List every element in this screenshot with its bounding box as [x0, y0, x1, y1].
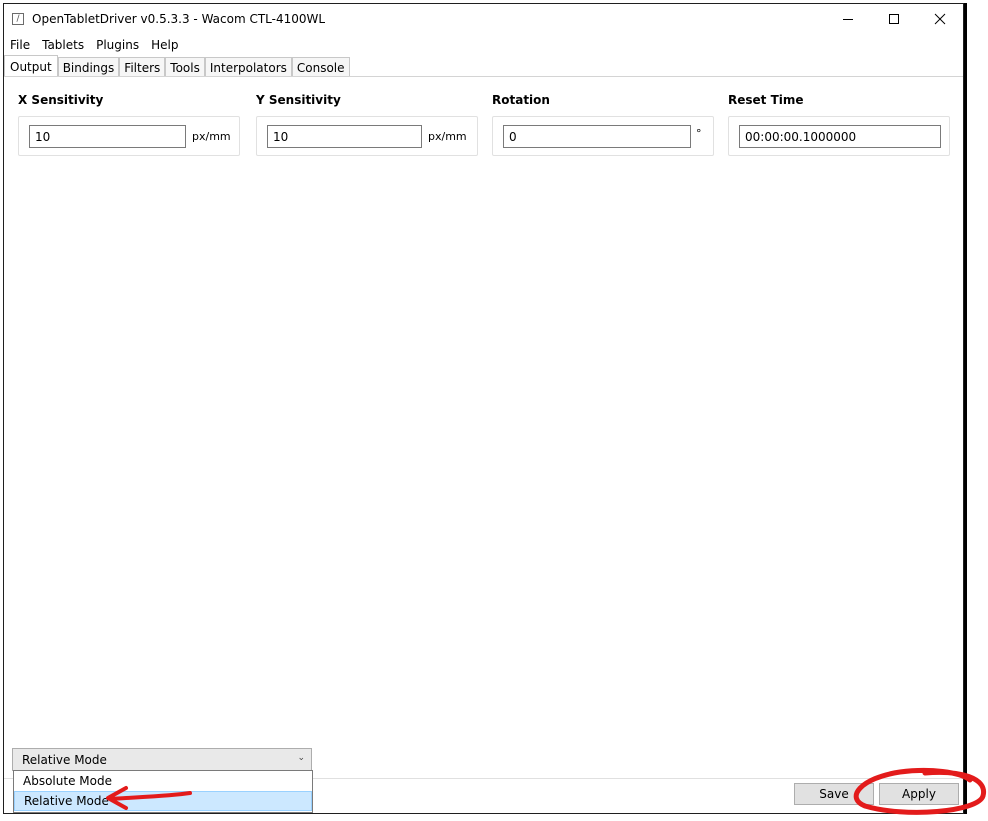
rotation-input[interactable]: [503, 125, 691, 148]
menu-tablets[interactable]: Tablets: [36, 38, 90, 52]
menu-help[interactable]: Help: [145, 38, 184, 52]
main-window: / OpenTabletDriver v0.5.3.3 - Wacom CTL-…: [3, 3, 964, 814]
y-sensitivity-unit: px/mm: [428, 130, 467, 143]
reset-time-box: [728, 116, 950, 156]
close-button[interactable]: [917, 4, 963, 34]
title-bar[interactable]: / OpenTabletDriver v0.5.3.3 - Wacom CTL-…: [4, 4, 963, 34]
window-controls: [825, 4, 963, 34]
x-sensitivity-input[interactable]: [29, 125, 186, 148]
close-icon: [934, 13, 946, 25]
rotation-box: °: [492, 116, 714, 156]
reset-time-label: Reset Time: [728, 93, 804, 107]
maximize-button[interactable]: [871, 4, 917, 34]
tab-bindings[interactable]: Bindings: [57, 57, 120, 77]
save-button[interactable]: Save: [794, 783, 874, 805]
rotation-group: Rotation °: [492, 93, 714, 156]
menu-plugins[interactable]: Plugins: [90, 38, 145, 52]
window-title: OpenTabletDriver v0.5.3.3 - Wacom CTL-41…: [32, 12, 326, 26]
minimize-icon: [843, 19, 853, 20]
x-sensitivity-unit: px/mm: [192, 130, 231, 143]
menu-file[interactable]: File: [4, 38, 36, 52]
output-mode-selected: Relative Mode: [22, 752, 107, 767]
tab-filters[interactable]: Filters: [119, 57, 166, 77]
y-sensitivity-label: Y Sensitivity: [256, 93, 341, 107]
tab-interpolators[interactable]: Interpolators: [204, 57, 292, 77]
output-mode-dropdown: Absolute Mode Relative Mode: [13, 770, 313, 813]
apply-button[interactable]: Apply: [879, 783, 959, 805]
tab-output[interactable]: Output: [4, 55, 58, 77]
maximize-icon: [889, 14, 899, 24]
minimize-button[interactable]: [825, 4, 871, 34]
reset-time-input[interactable]: [739, 125, 941, 148]
option-absolute-mode[interactable]: Absolute Mode: [14, 771, 312, 791]
tab-tools[interactable]: Tools: [165, 57, 205, 77]
menu-bar: File Tablets Plugins Help: [4, 36, 184, 54]
app-icon: /: [12, 13, 24, 25]
output-mode-select[interactable]: Relative Mode ⌄: [12, 748, 312, 771]
x-sensitivity-group: X Sensitivity px/mm: [18, 93, 240, 156]
reset-time-group: Reset Time: [728, 93, 950, 156]
window-shadow-right: [964, 3, 967, 814]
x-sensitivity-box: px/mm: [18, 116, 240, 156]
tab-divider: [4, 76, 963, 77]
rotation-unit: °: [696, 127, 702, 140]
y-sensitivity-box: px/mm: [256, 116, 478, 156]
y-sensitivity-group: Y Sensitivity px/mm: [256, 93, 478, 156]
y-sensitivity-input[interactable]: [267, 125, 422, 148]
tab-console[interactable]: Console: [291, 57, 350, 77]
chevron-down-icon: ⌄: [297, 753, 305, 763]
option-relative-mode[interactable]: Relative Mode: [14, 791, 312, 811]
x-sensitivity-label: X Sensitivity: [18, 93, 104, 107]
tab-strip: Output Bindings Filters Tools Interpolat…: [4, 55, 350, 77]
rotation-label: Rotation: [492, 93, 550, 107]
